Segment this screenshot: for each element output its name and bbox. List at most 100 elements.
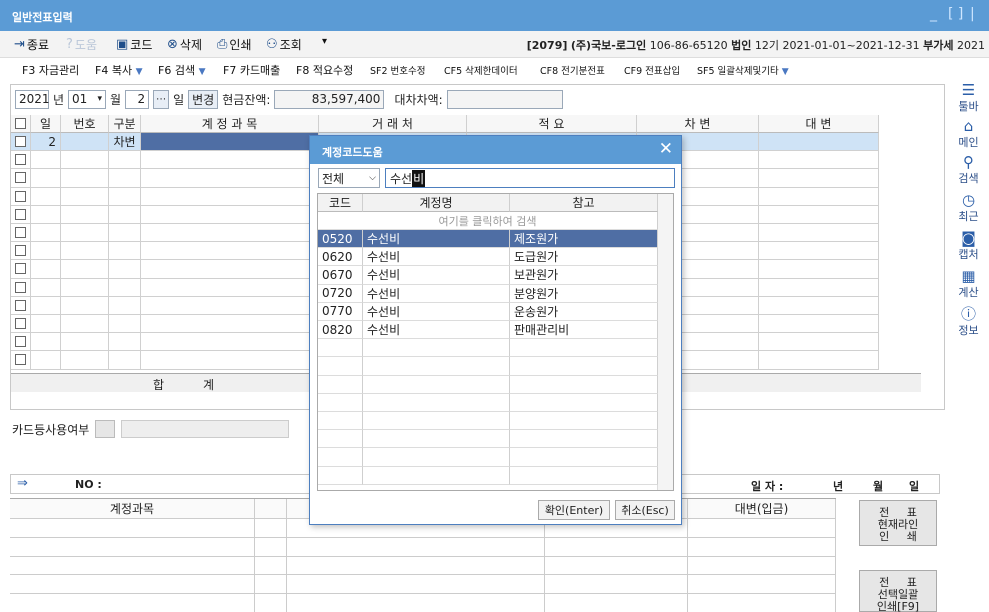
voucher-cell[interactable] <box>10 519 255 538</box>
voucher-cell[interactable] <box>255 537 287 557</box>
year-field[interactable]: 2021 <box>15 89 50 109</box>
fkey-f4[interactable]: F4 복사 ▼ <box>95 62 142 78</box>
grid-cell-empty[interactable] <box>31 151 61 170</box>
row-checkbox[interactable] <box>15 299 26 311</box>
voucher-cell[interactable] <box>545 575 688 595</box>
grid-cell-empty[interactable] <box>61 260 109 279</box>
grid-cell-empty[interactable] <box>11 296 31 315</box>
row-checkbox[interactable] <box>15 354 26 366</box>
grid-cell[interactable] <box>141 133 319 152</box>
row-checkbox[interactable] <box>15 136 26 148</box>
change-button[interactable]: 변경 <box>188 89 219 109</box>
grid-cell-empty[interactable] <box>31 205 61 224</box>
grid-cell-empty[interactable] <box>109 151 141 170</box>
account-row-empty[interactable] <box>318 375 363 394</box>
grid-cell-empty[interactable] <box>109 242 141 261</box>
main-shortcut[interactable]: ⌂ 메인 <box>948 118 989 150</box>
voucher-cell[interactable] <box>688 519 836 538</box>
account-row-empty[interactable] <box>318 412 363 431</box>
month-select[interactable]: 01 ▾ <box>68 89 107 109</box>
grid-cell-empty[interactable] <box>759 242 879 261</box>
grid-cell[interactable] <box>759 133 879 152</box>
grid-cell-empty[interactable] <box>11 205 31 224</box>
fkey-cf8[interactable]: CF8 전기분전표 <box>540 63 605 77</box>
voucher-cell[interactable] <box>10 537 255 557</box>
grid-cell-empty[interactable] <box>61 315 109 334</box>
account-row-empty[interactable] <box>318 393 363 412</box>
row-checkbox[interactable] <box>15 172 26 184</box>
voucher-cell[interactable] <box>287 594 545 612</box>
account-row-cell[interactable]: 수선비 <box>363 230 510 249</box>
grid-cell-empty[interactable] <box>759 351 879 370</box>
account-row-cell[interactable]: 수선비 <box>363 321 510 340</box>
grid-cell-empty[interactable] <box>31 260 61 279</box>
info-shortcut[interactable]: ⓘ 정보 <box>948 306 989 338</box>
grid-cell-empty[interactable] <box>759 278 879 297</box>
search-button[interactable]: ⚇ 조회 <box>266 36 302 53</box>
grid-cell-empty[interactable] <box>109 260 141 279</box>
card-usage-code[interactable] <box>95 420 116 438</box>
grid-cell-empty[interactable] <box>31 351 61 370</box>
close-button[interactable]: ⇥ 종료 <box>14 36 49 53</box>
account-row-empty[interactable] <box>318 430 363 449</box>
grid-cell-empty[interactable] <box>61 205 109 224</box>
grid-cell-empty[interactable] <box>141 296 319 315</box>
account-row-empty[interactable] <box>363 339 510 358</box>
grid-cell-empty[interactable] <box>141 351 319 370</box>
fkey-sf2[interactable]: SF2 번호수정 <box>370 63 426 77</box>
grid-cell-empty[interactable] <box>61 296 109 315</box>
account-row-cell[interactable]: 운송원가 <box>510 302 658 321</box>
grid-cell-empty[interactable] <box>11 151 31 170</box>
row-checkbox[interactable] <box>15 154 26 166</box>
grid-cell-empty[interactable] <box>141 187 319 206</box>
grid-cell-empty[interactable] <box>61 333 109 352</box>
grid-cell-empty[interactable] <box>61 151 109 170</box>
grid-cell-empty[interactable] <box>11 224 31 243</box>
list-search-row[interactable]: 여기를 클릭하여 검색 <box>318 212 658 230</box>
capture-shortcut[interactable]: ◙ 캡처 <box>948 230 989 262</box>
grid-cell-empty[interactable] <box>759 333 879 352</box>
account-row-empty[interactable] <box>363 375 510 394</box>
print-current-line-button[interactable]: 전 표 현재라인 인 쇄 <box>859 500 937 546</box>
select-all-checkbox[interactable] <box>15 118 26 129</box>
voucher-cell[interactable] <box>688 575 836 595</box>
account-row-empty[interactable] <box>318 357 363 376</box>
voucher-cell[interactable] <box>10 594 255 612</box>
account-row-cell[interactable]: 0720 <box>318 284 363 303</box>
calculator-shortcut[interactable]: ▦ 계산 <box>948 268 989 300</box>
voucher-cell[interactable] <box>287 556 545 576</box>
grid-cell-empty[interactable] <box>61 278 109 297</box>
grid-cell-empty[interactable] <box>759 187 879 206</box>
grid-cell-empty[interactable] <box>759 224 879 243</box>
voucher-cell[interactable] <box>287 575 545 595</box>
print-button[interactable]: ⎙ 인쇄 <box>217 36 252 53</box>
account-row-cell[interactable]: 0620 <box>318 248 363 267</box>
account-row-cell[interactable]: 수선비 <box>363 248 510 267</box>
grid-cell-empty[interactable] <box>31 242 61 261</box>
row-checkbox[interactable] <box>15 263 26 275</box>
grid-cell[interactable]: 차변 <box>109 133 141 152</box>
grid-cell-empty[interactable] <box>759 260 879 279</box>
account-filter-select[interactable]: 전체 ⌵ <box>318 168 380 188</box>
grid-cell-empty[interactable] <box>109 187 141 206</box>
fkey-sf5[interactable]: SF5 일괄삭제및기타 ▼ <box>697 63 789 77</box>
account-row-empty[interactable] <box>318 448 363 467</box>
grid-cell-empty[interactable] <box>31 333 61 352</box>
voucher-cell[interactable] <box>688 537 836 557</box>
grid-cell[interactable] <box>61 133 109 152</box>
voucher-cell[interactable] <box>688 556 836 576</box>
fkey-cf5[interactable]: CF5 삭제한데이터 <box>444 63 518 77</box>
voucher-cell[interactable] <box>255 594 287 612</box>
account-row-empty[interactable] <box>510 339 658 358</box>
account-row-empty[interactable] <box>510 357 658 376</box>
account-row-empty[interactable] <box>510 375 658 394</box>
grid-cell-empty[interactable] <box>11 169 31 188</box>
row-checkbox[interactable] <box>15 318 26 330</box>
grid-cell-empty[interactable] <box>141 315 319 334</box>
account-row-empty[interactable] <box>510 393 658 412</box>
grid-cell-empty[interactable] <box>759 151 879 170</box>
account-row-empty[interactable] <box>510 430 658 449</box>
grid-cell-empty[interactable] <box>11 333 31 352</box>
voucher-cell[interactable] <box>255 519 287 538</box>
cancel-button[interactable]: 취소(Esc) <box>615 500 675 520</box>
